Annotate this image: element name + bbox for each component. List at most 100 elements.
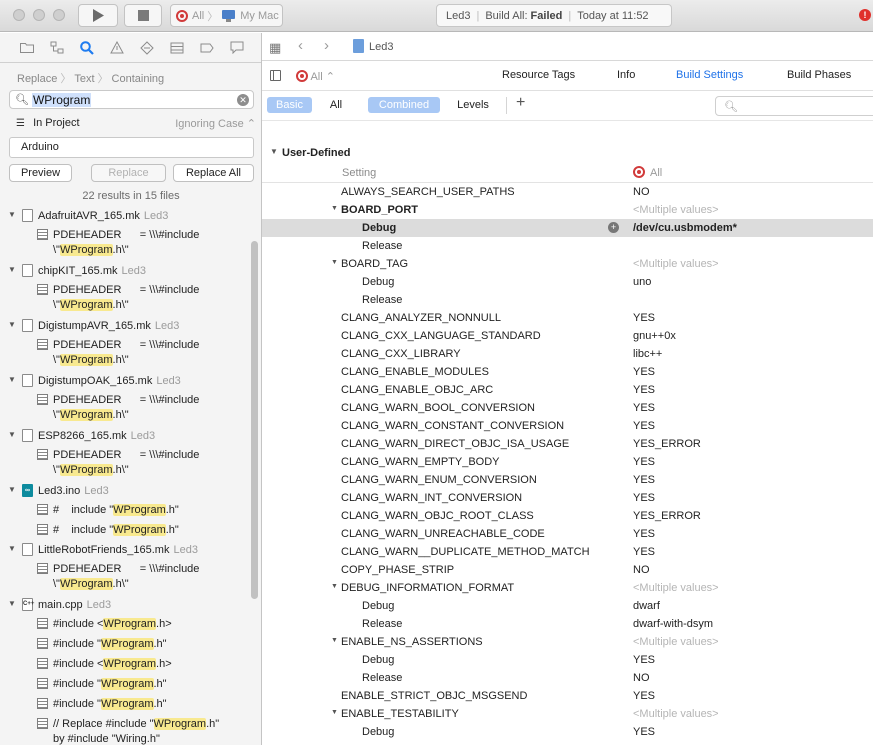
setting-config-row[interactable]: Debug YES bbox=[262, 651, 873, 669]
replace-button[interactable]: Replace bbox=[91, 164, 166, 182]
setting-value[interactable]: YES_ERROR bbox=[633, 438, 701, 450]
setting-value[interactable]: NO bbox=[633, 672, 650, 684]
disclosure-down-icon[interactable]: ▼ bbox=[8, 485, 16, 494]
setting-row[interactable]: CLANG_CXX_LANGUAGE_STANDARD gnu++0x bbox=[262, 327, 873, 345]
setting-config-row[interactable]: Release bbox=[262, 237, 873, 255]
stop-button[interactable] bbox=[124, 4, 162, 27]
setting-row[interactable]: CLANG_CXX_LIBRARY libc++ bbox=[262, 345, 873, 363]
result-match-row[interactable]: // Replace #include "WProgram.h" by #inc… bbox=[0, 715, 250, 745]
setting-config-row[interactable]: Debug dwarf bbox=[262, 597, 873, 615]
navigator-scrollbar[interactable] bbox=[251, 241, 258, 599]
find-search-value[interactable]: WProgram bbox=[31, 92, 92, 107]
setting-row[interactable]: CLANG_ENABLE_OBJC_ARC YES bbox=[262, 381, 873, 399]
setting-row[interactable]: CLANG_WARN_UNREACHABLE_CODE YES bbox=[262, 525, 873, 543]
filter-combined[interactable]: Combined bbox=[368, 97, 440, 113]
close-window-button[interactable] bbox=[13, 9, 25, 21]
setting-row[interactable]: CLANG_WARN_ENUM_CONVERSION YES bbox=[262, 471, 873, 489]
setting-value[interactable]: YES bbox=[633, 528, 655, 540]
setting-row[interactable]: CLANG_WARN__DUPLICATE_METHOD_MATCH YES bbox=[262, 543, 873, 561]
setting-row[interactable]: ▼ ENABLE_NS_ASSERTIONS <Multiple values> bbox=[262, 633, 873, 651]
setting-row[interactable]: ENABLE_STRICT_OBJC_MSGSEND YES bbox=[262, 687, 873, 705]
result-file-row[interactable]: ▼ DigistumpAVR_165.mk Led3 bbox=[0, 317, 250, 336]
result-match-row[interactable]: PDEHEADER = \\\#include \"WProgram.h\" bbox=[0, 281, 250, 317]
disclosure-down-icon[interactable]: ▼ bbox=[331, 709, 338, 716]
setting-value[interactable]: uno bbox=[633, 276, 651, 288]
target-selector[interactable]: All ⌃ bbox=[296, 70, 335, 83]
result-match-row[interactable]: PDEHEADER = \\\#include \"WProgram.h\" bbox=[0, 560, 250, 596]
tab-build-phases[interactable]: Build Phases bbox=[787, 69, 851, 81]
scheme-selector[interactable]: All 〉 My Mac bbox=[170, 4, 283, 27]
disclosure-down-icon[interactable]: ▼ bbox=[331, 259, 338, 266]
hierarchy-icon[interactable] bbox=[49, 40, 64, 55]
disclosure-down-icon[interactable]: ▼ bbox=[8, 265, 16, 274]
setting-value[interactable]: dwarf-with-dsym bbox=[633, 618, 713, 630]
tab-build-settings[interactable]: Build Settings bbox=[676, 69, 743, 81]
result-file-row[interactable]: ▼ C++ main.cpp Led3 bbox=[0, 596, 250, 615]
setting-value[interactable]: /dev/cu.usbmodem* bbox=[633, 222, 737, 234]
case-mode-selector[interactable]: Ignoring Case ⌃ bbox=[175, 117, 256, 130]
forward-arrow-icon[interactable]: › bbox=[324, 37, 329, 54]
result-match-row[interactable]: #include <WProgram.h> bbox=[0, 655, 250, 675]
setting-row[interactable]: COPY_PHASE_STRIP NO bbox=[262, 561, 873, 579]
show-targets-sidebar-icon[interactable] bbox=[270, 70, 281, 81]
search-icon[interactable] bbox=[79, 40, 94, 55]
setting-row[interactable]: CLANG_WARN_OBJC_ROOT_CLASS YES_ERROR bbox=[262, 507, 873, 525]
disclosure-down-icon[interactable]: ▼ bbox=[8, 320, 16, 329]
folder-icon[interactable] bbox=[19, 40, 34, 55]
setting-row[interactable]: ▼ DEBUG_INFORMATION_FORMAT <Multiple value… bbox=[262, 579, 873, 597]
setting-row[interactable]: ALWAYS_SEARCH_USER_PATHS NO bbox=[262, 183, 873, 201]
result-file-row[interactable]: ▼ chipKIT_165.mk Led3 bbox=[0, 262, 250, 281]
result-file-row[interactable]: ▼ DigistumpOAK_165.mk Led3 bbox=[0, 372, 250, 391]
setting-row[interactable]: CLANG_WARN_EMPTY_BODY YES bbox=[262, 453, 873, 471]
setting-value[interactable]: YES bbox=[633, 384, 655, 396]
setting-row[interactable]: CLANG_ANALYZER_NONNULL YES bbox=[262, 309, 873, 327]
disclosure-down-icon[interactable]: ▼ bbox=[8, 599, 16, 608]
disclosure-down-icon[interactable]: ▼ bbox=[8, 430, 16, 439]
setting-row[interactable]: CLANG_ENABLE_MODULES YES bbox=[262, 363, 873, 381]
zoom-window-button[interactable] bbox=[53, 9, 65, 21]
setting-value[interactable]: YES bbox=[633, 546, 655, 558]
setting-value[interactable]: NO bbox=[633, 564, 650, 576]
disclosure-down-icon[interactable]: ▼ bbox=[331, 583, 338, 590]
disclosure-down-icon[interactable]: ▼ bbox=[8, 210, 16, 219]
setting-value[interactable]: YES bbox=[633, 366, 655, 378]
build-settings-search-input[interactable]: 🔍︎ bbox=[715, 96, 873, 116]
setting-value[interactable]: YES bbox=[633, 420, 655, 432]
back-arrow-icon[interactable]: ‹ bbox=[298, 37, 303, 54]
result-file-row[interactable]: ▼ ESP8266_165.mk Led3 bbox=[0, 427, 250, 446]
setting-value[interactable]: YES bbox=[633, 474, 655, 486]
add-condition-plus-icon[interactable]: + bbox=[608, 222, 619, 233]
add-setting-plus-icon[interactable]: + bbox=[516, 94, 525, 112]
tab-info[interactable]: Info bbox=[617, 69, 635, 81]
setting-config-row[interactable]: Release NO bbox=[262, 669, 873, 687]
setting-config-row[interactable]: Release dwarf-with-dsym bbox=[262, 615, 873, 633]
result-file-row[interactable]: ▼ LittleRobotFriends_165.mk Led3 bbox=[0, 541, 250, 560]
result-match-row[interactable]: #include "WProgram.h" bbox=[0, 635, 250, 655]
setting-config-row[interactable]: Debug YES bbox=[262, 723, 873, 741]
filter-all[interactable]: All bbox=[322, 97, 350, 113]
search-scope[interactable]: In Project bbox=[33, 117, 79, 129]
preview-button[interactable]: Preview bbox=[9, 164, 72, 182]
setting-config-row[interactable]: Release bbox=[262, 291, 873, 309]
disclosure-down-icon[interactable]: ▼ bbox=[270, 147, 278, 156]
result-match-row[interactable]: PDEHEADER = \\\#include \"WProgram.h\" bbox=[0, 336, 250, 372]
setting-row[interactable]: ▼ ENABLE_TESTABILITY <Multiple values> bbox=[262, 705, 873, 723]
disclosure-down-icon[interactable]: ▼ bbox=[8, 375, 16, 384]
replace-input[interactable]: Arduino bbox=[9, 137, 254, 158]
setting-value[interactable]: YES bbox=[633, 402, 655, 414]
setting-value[interactable]: <Multiple values> bbox=[633, 636, 719, 648]
result-match-row[interactable]: PDEHEADER = \\\#include \"WProgram.h\" bbox=[0, 391, 250, 427]
setting-value[interactable]: <Multiple values> bbox=[633, 204, 719, 216]
setting-row[interactable]: CLANG_WARN_DIRECT_OBJC_ISA_USAGE YES_ERRO… bbox=[262, 435, 873, 453]
tab-resource-tags[interactable]: Resource Tags bbox=[502, 69, 575, 81]
related-items-grid-icon[interactable]: ▦ bbox=[269, 40, 281, 56]
setting-row[interactable]: CLANG_WARN_INT_CONVERSION YES bbox=[262, 489, 873, 507]
setting-value[interactable]: <Multiple values> bbox=[633, 708, 719, 720]
replace-all-button[interactable]: Replace All bbox=[173, 164, 254, 182]
setting-value[interactable]: gnu++0x bbox=[633, 330, 676, 342]
setting-value[interactable]: NO bbox=[633, 186, 650, 198]
result-file-row[interactable]: ▼ AdafruitAVR_165.mk Led3 bbox=[0, 207, 250, 226]
result-match-row[interactable]: # include "WProgram.h" bbox=[0, 521, 250, 541]
result-match-row[interactable]: PDEHEADER = \\\#include \"WProgram.h\" bbox=[0, 226, 250, 262]
setting-value[interactable]: libc++ bbox=[633, 348, 662, 360]
